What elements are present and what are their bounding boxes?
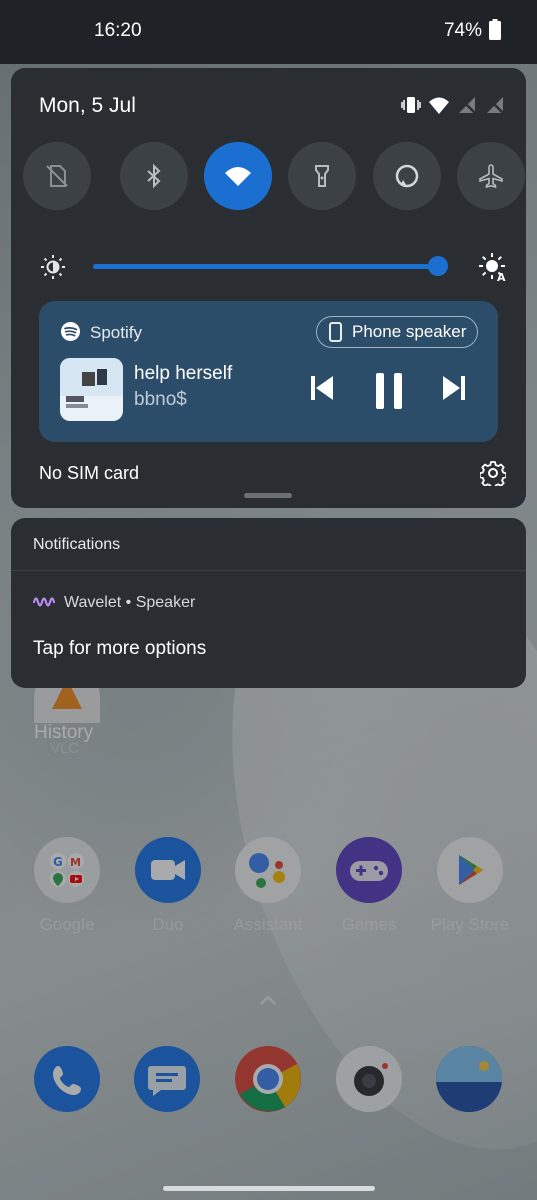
- brightness-slider-thumb[interactable]: [427, 256, 448, 276]
- vibrate-icon: [400, 94, 422, 116]
- flashlight-icon: [315, 165, 329, 187]
- notifications-panel: Notifications Wavelet • Speaker Tap for …: [11, 518, 526, 688]
- track-title: help herself: [134, 363, 233, 384]
- qs-status-icons: [400, 94, 506, 116]
- quick-settings-panel: Mon, 5 Jul A Spotify Phone speaker help …: [11, 68, 526, 508]
- settings-gear-icon[interactable]: [480, 460, 506, 486]
- next-track-button[interactable]: [441, 373, 467, 403]
- pause-button[interactable]: [373, 371, 405, 411]
- previous-track-button[interactable]: [309, 373, 335, 403]
- qs-date: Mon, 5 Jul: [39, 94, 136, 117]
- status-time: 16:20: [94, 20, 142, 41]
- output-device-chip[interactable]: Phone speaker: [316, 316, 478, 348]
- home-gesture-bar[interactable]: [163, 1186, 375, 1191]
- status-bar: 16:20 74%: [0, 0, 537, 64]
- no-signal-icon: [456, 94, 478, 116]
- media-app-name: Spotify: [90, 323, 142, 342]
- bluetooth-tile[interactable]: [120, 142, 188, 210]
- track-artist: bbno$: [134, 389, 187, 410]
- wifi-signal-icon: [428, 94, 450, 116]
- alexa-tile[interactable]: [373, 142, 441, 210]
- no-signal-2-icon: [484, 94, 506, 116]
- airplane-icon: [479, 164, 503, 189]
- wifi-icon: [225, 167, 251, 186]
- album-art: [60, 358, 123, 421]
- notifications-header: Notifications: [33, 536, 121, 553]
- sim-off-icon: [46, 165, 68, 187]
- notifications-divider: [11, 570, 526, 571]
- battery-icon: [489, 19, 501, 40]
- qs-drag-handle[interactable]: [244, 493, 292, 498]
- svg-text:A: A: [497, 271, 506, 282]
- airplane-tile[interactable]: [457, 142, 525, 210]
- no-sim-tile[interactable]: [23, 142, 91, 210]
- brightness-slider[interactable]: [93, 256, 448, 276]
- wifi-tile[interactable]: [204, 142, 272, 210]
- flashlight-tile[interactable]: [288, 142, 356, 210]
- media-player-card[interactable]: Spotify Phone speaker help herself bbno$: [39, 301, 498, 442]
- bluetooth-icon: [147, 163, 161, 189]
- sim-status-label: No SIM card: [39, 463, 140, 483]
- notification-app-line: Wavelet • Speaker: [64, 594, 196, 611]
- qs-tiles: [23, 142, 525, 210]
- notification-body: Tap for more options: [33, 638, 207, 659]
- battery-percent: 74%: [443, 20, 482, 41]
- phone-device-icon: [329, 322, 342, 342]
- spotify-icon: [61, 322, 80, 341]
- auto-brightness-icon[interactable]: A: [478, 252, 508, 282]
- brightness-slider-fill: [93, 264, 438, 269]
- brightness-low-icon: [41, 255, 65, 279]
- wavelet-app-icon: [33, 597, 55, 607]
- output-device-label: Phone speaker: [352, 322, 467, 341]
- alexa-icon: [395, 164, 419, 188]
